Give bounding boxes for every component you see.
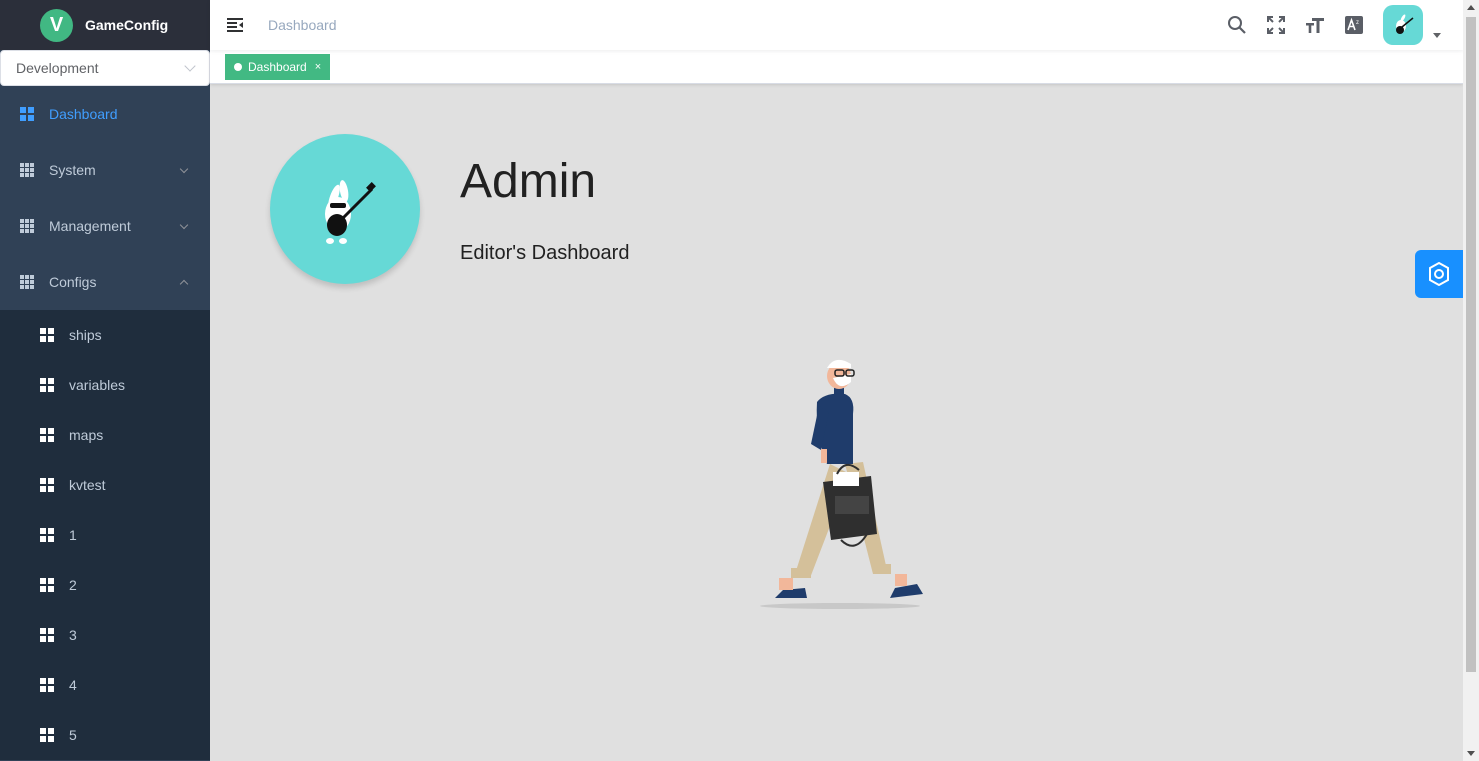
- close-icon[interactable]: ×: [315, 61, 321, 73]
- font-size-icon: [1305, 18, 1324, 33]
- tag-label: Dashboard: [248, 59, 307, 74]
- dashboard-icon: [20, 107, 34, 121]
- grid-icon: [40, 428, 54, 442]
- grid-icon: [40, 478, 54, 492]
- scroll-thumb[interactable]: [1466, 17, 1476, 672]
- hamburger-icon: [227, 18, 243, 32]
- sidebar-subitem-label: maps: [69, 427, 104, 443]
- sidebar-subitem-kvtest[interactable]: kvtest: [0, 460, 210, 510]
- environment-select-value: Development: [16, 60, 99, 76]
- user-avatar[interactable]: [1383, 5, 1423, 45]
- grid-icon: [40, 578, 54, 592]
- configs-submenu: ships variables maps kvtest 1 2 3 4 5: [0, 310, 210, 760]
- sidebar-subitem-variables[interactable]: variables: [0, 360, 210, 410]
- page-scrollbar[interactable]: [1463, 0, 1479, 761]
- chevron-up-icon: [179, 279, 189, 289]
- sidebar-item-configs[interactable]: Configs: [0, 254, 210, 310]
- tag-dashboard[interactable]: Dashboard ×: [225, 53, 331, 80]
- vue-logo-icon: V: [40, 8, 73, 42]
- profile-name: Admin: [460, 155, 597, 208]
- sidebar-subitem-5[interactable]: 5: [0, 710, 210, 760]
- grid-icon: [40, 678, 54, 692]
- sidebar-subitem-label: variables: [69, 377, 126, 393]
- gear-icon: [1429, 262, 1449, 286]
- sidebar-item-label: System: [49, 162, 96, 178]
- table-icon: [20, 275, 34, 289]
- fullscreen-button[interactable]: [1256, 0, 1295, 50]
- sidebar-item-dashboard[interactable]: Dashboard: [0, 86, 210, 142]
- sidebar-subitem-label: 5: [69, 727, 77, 743]
- sidebar-item-label: Configs: [49, 274, 97, 290]
- table-icon: [20, 219, 34, 233]
- header-search-button[interactable]: [1217, 0, 1256, 50]
- sidebar-subitem-label: 2: [69, 577, 77, 593]
- scroll-down-icon[interactable]: [1467, 751, 1475, 756]
- grid-icon: [40, 328, 54, 342]
- chevron-down-icon: [179, 220, 189, 230]
- sidebar-menu: Dashboard System Management Configs ship…: [0, 86, 210, 760]
- sidebar-item-management[interactable]: Management: [0, 198, 210, 254]
- search-icon: [1227, 16, 1246, 34]
- sidebar-subitem-label: 1: [69, 527, 77, 543]
- sidebar-subitem-3[interactable]: 3: [0, 610, 210, 660]
- grid-icon: [40, 628, 54, 642]
- caret-down-icon[interactable]: [1433, 32, 1441, 38]
- translate-icon: z: [1344, 16, 1363, 34]
- main-container: Dashboard z Dashboard × Admin Editor's D…: [210, 0, 1463, 761]
- rabbit-guitar-icon: [1396, 14, 1414, 34]
- hamburger-button[interactable]: [210, 0, 260, 50]
- sidebar-subitem-label: ships: [69, 327, 102, 343]
- sidebar: V GameConfig Development Dashboard Syste…: [0, 0, 210, 761]
- language-select-button[interactable]: z: [1334, 0, 1373, 50]
- sidebar-item-label: Dashboard: [49, 106, 118, 122]
- environment-select[interactable]: Development: [0, 50, 210, 86]
- dashboard-content: Admin Editor's Dashboard: [210, 84, 1463, 761]
- svg-text:z: z: [1356, 20, 1359, 26]
- grid-icon: [40, 728, 54, 742]
- size-select-button[interactable]: [1295, 0, 1334, 50]
- grid-icon: [40, 378, 54, 392]
- right-menu: z: [1217, 0, 1463, 50]
- navbar: Dashboard z: [210, 0, 1463, 50]
- sidebar-subitem-1[interactable]: 1: [0, 510, 210, 560]
- app-title: GameConfig: [85, 17, 169, 33]
- walking-man-illustration: [755, 354, 935, 614]
- tags-view: Dashboard ×: [210, 50, 1463, 84]
- settings-button[interactable]: [1415, 250, 1463, 298]
- table-icon: [20, 163, 34, 177]
- sidebar-subitem-label: 4: [69, 677, 77, 693]
- grid-icon: [40, 528, 54, 542]
- sidebar-subitem-maps[interactable]: maps: [0, 410, 210, 460]
- sidebar-subitem-ships[interactable]: ships: [0, 310, 210, 360]
- walking-man-image: [760, 359, 923, 609]
- scroll-up-icon[interactable]: [1467, 5, 1475, 10]
- fullscreen-icon: [1266, 16, 1285, 34]
- sidebar-subitem-2[interactable]: 2: [0, 560, 210, 610]
- sidebar-item-system[interactable]: System: [0, 142, 210, 198]
- profile-avatar: [270, 134, 420, 284]
- profile-role: Editor's Dashboard: [460, 242, 630, 264]
- logo[interactable]: V GameConfig: [0, 0, 210, 50]
- sidebar-subitem-4[interactable]: 4: [0, 660, 210, 710]
- chevron-down-icon: [179, 164, 189, 174]
- sidebar-subitem-label: 3: [69, 627, 77, 643]
- sidebar-item-label: Management: [49, 218, 131, 234]
- active-dot-icon: [234, 62, 242, 71]
- sidebar-subitem-label: kvtest: [69, 477, 106, 493]
- chevron-down-icon: [184, 60, 196, 72]
- breadcrumb[interactable]: Dashboard: [268, 17, 337, 33]
- rabbit-guitar-icon: [325, 180, 376, 244]
- app-root: V GameConfig Development Dashboard Syste…: [0, 0, 1479, 761]
